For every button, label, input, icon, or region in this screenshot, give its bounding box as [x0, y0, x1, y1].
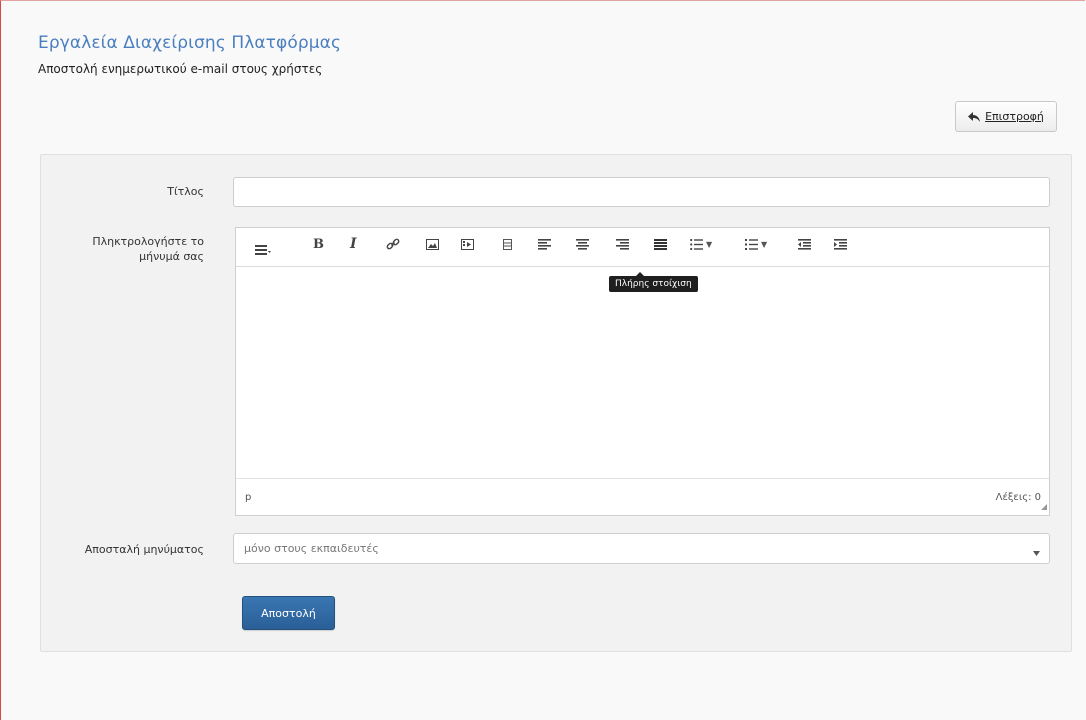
media-icon[interactable] [461, 236, 474, 252]
image-icon[interactable] [426, 236, 439, 252]
link-icon[interactable] [386, 236, 400, 252]
message-label: Πληκτρολογήστε το μήνυμά σας [92, 235, 204, 263]
format-icon[interactable] [255, 242, 271, 258]
italic-button[interactable]: I [350, 236, 357, 252]
bullet-list-icon[interactable]: ▼ [690, 236, 712, 252]
send-button[interactable]: Αποστολή [242, 596, 335, 630]
recipients-select[interactable]: μόνο στους εκπαιδευτές [233, 533, 1050, 564]
recipients-selected-value: μόνο στους εκπαιδευτές [244, 542, 379, 555]
table-icon[interactable] [503, 236, 512, 252]
recipients-label: Αποσταλή μηνύματος [84, 543, 204, 556]
page-title: Εργαλεία Διαχείρισης Πλατφόρμας [38, 33, 342, 53]
resize-handle-icon[interactable] [1041, 502, 1047, 513]
justify-icon[interactable] [654, 236, 667, 252]
element-path[interactable]: p [245, 492, 251, 503]
title-input[interactable] [233, 177, 1050, 207]
rich-text-editor: B I ▼ ▼ p Λέξεις: 0 [235, 227, 1050, 516]
numbered-list-icon[interactable]: ▼ [745, 236, 767, 252]
editor-toolbar: B I ▼ ▼ [236, 228, 1049, 267]
align-left-icon[interactable] [538, 236, 551, 252]
align-right-icon[interactable] [616, 236, 629, 252]
editor-content-area[interactable] [236, 267, 1049, 479]
justify-tooltip: Πλήρης στοίχιση [609, 272, 698, 292]
editor-statusbar: p Λέξεις: 0 [236, 478, 1049, 515]
word-count: Λέξεις: 0 [995, 492, 1041, 503]
title-label: Τίτλος [167, 185, 204, 198]
back-button[interactable]: Επιστροφή [955, 101, 1057, 132]
outdent-icon[interactable] [798, 236, 811, 252]
page-subtitle: Αποστολή ενημερωτικού e-mail στους χρήστ… [38, 62, 323, 76]
align-center-icon[interactable] [576, 236, 589, 252]
indent-icon[interactable] [834, 236, 847, 252]
bold-button[interactable]: B [313, 236, 324, 252]
back-button-label: Επιστροφή [985, 110, 1044, 123]
reply-icon [968, 111, 981, 122]
chevron-down-icon [1033, 546, 1040, 559]
